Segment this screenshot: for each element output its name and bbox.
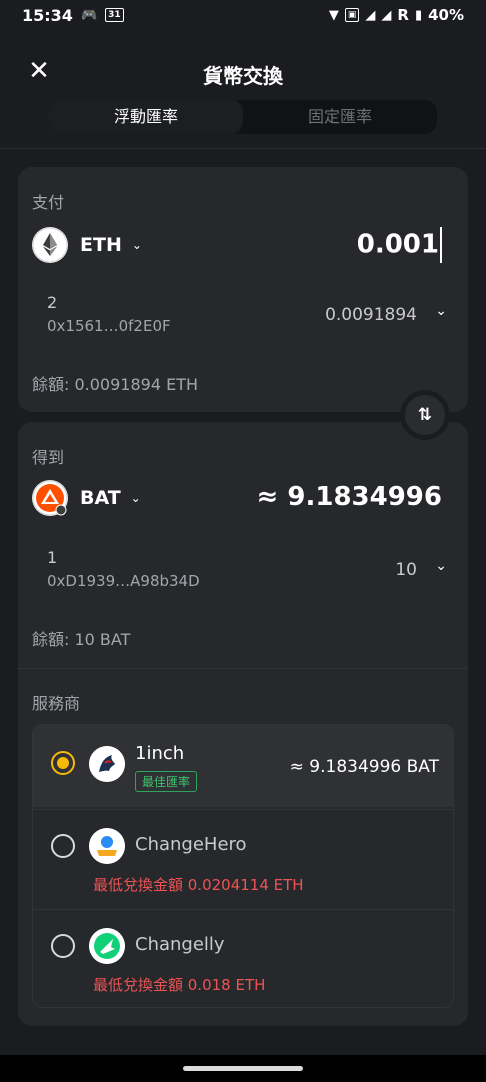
- provider-name: 1inch: [135, 743, 185, 764]
- roaming-indicator: R: [397, 6, 409, 24]
- provider-changehero[interactable]: ChangeHero 最低兌換金額 0.0204114 ETH: [33, 809, 453, 909]
- status-bar: 15:34 🎮 31 ▼ ▣ ◢ ◢ R ▮ 40%: [0, 0, 486, 30]
- battery-percent: 40%: [428, 6, 464, 24]
- chevron-down-icon: ⌄: [131, 238, 142, 252]
- tab-floating-rate[interactable]: 浮動匯率: [49, 100, 243, 134]
- page-title: 貨幣交換: [203, 64, 283, 88]
- get-token-symbol: BAT: [80, 487, 121, 509]
- pay-amount-input[interactable]: 0.001: [357, 227, 442, 263]
- provider-name: ChangeHero: [135, 834, 247, 855]
- volte-icon: ▣: [344, 8, 360, 22]
- get-label: 得到: [32, 448, 65, 467]
- pay-amount-value: 0.001: [356, 229, 439, 260]
- home-gesture-handle[interactable]: [183, 1066, 303, 1071]
- pay-balance: 餘額: 0.0091894 ETH: [32, 375, 199, 394]
- provider-list: 1inch 最佳匯率 ≈ 9.1834996 BAT ChangeHero 最低…: [32, 724, 454, 1008]
- game-controller-icon: 🎮: [80, 7, 98, 23]
- provider-radio[interactable]: [51, 834, 75, 858]
- bat-logo-icon: [32, 480, 68, 516]
- provider-radio-selected[interactable]: [51, 751, 75, 775]
- provider-name: Changelly: [135, 934, 225, 955]
- pay-wallet-balance: 0.0091894: [325, 305, 417, 325]
- changelly-logo-icon: [89, 928, 125, 964]
- get-wallet-name: 1: [47, 548, 58, 567]
- eth-logo-icon: [32, 227, 68, 263]
- battery-icon: ▮: [414, 7, 423, 23]
- rate-type-tabs: 浮動匯率 固定匯率: [49, 100, 437, 134]
- text-cursor: [440, 227, 442, 263]
- calendar-icon: 31: [105, 8, 124, 22]
- swap-arrows-icon: ⇅: [405, 395, 445, 435]
- provider-quote: ≈ 9.1834996 BAT: [289, 757, 439, 777]
- best-rate-badge: 最佳匯率: [135, 771, 198, 792]
- changehero-logo-icon: [89, 828, 125, 864]
- pay-wallet-address: 0x1561…0f2E0F: [47, 317, 171, 335]
- system-nav-bar: [0, 1055, 486, 1082]
- divider: [18, 668, 468, 669]
- wifi-icon: ▼: [328, 7, 339, 23]
- 1inch-logo-icon: [89, 746, 125, 782]
- pay-card: 支付 ETH ⌄ 0.001 2 0x1561…0f2E0F 0.0091894…: [18, 167, 468, 412]
- chevron-down-icon: ⌄: [435, 303, 447, 319]
- provider-1inch[interactable]: 1inch 最佳匯率 ≈ 9.1834996 BAT: [33, 725, 453, 807]
- pay-label: 支付: [32, 193, 65, 212]
- min-amount-warning: 最低兌換金額 0.0204114 ETH: [93, 876, 304, 894]
- swap-direction-button[interactable]: ⇅: [400, 390, 450, 440]
- get-wallet-address: 0xD1939…A98b34D: [47, 572, 200, 590]
- pay-wallet-name: 2: [47, 293, 58, 312]
- providers-label: 服務商: [32, 694, 81, 713]
- pay-token-selector[interactable]: ETH ⌄: [32, 227, 142, 263]
- header: ✕ 貨幣交換: [0, 52, 486, 96]
- get-amount-estimate: ≈ 9.1834996: [256, 482, 442, 512]
- get-balance: 餘額: 10 BAT: [32, 630, 131, 649]
- signal-icon-2: ◢: [381, 7, 392, 23]
- get-wallet-selector[interactable]: 1 0xD1939…A98b34D 10 ⌄: [47, 548, 447, 600]
- pay-wallet-selector[interactable]: 2 0x1561…0f2E0F 0.0091894 ⌄: [47, 293, 447, 345]
- provider-changelly[interactable]: Changelly 最低兌換金額 0.018 ETH: [33, 909, 453, 1007]
- get-wallet-balance: 10: [395, 560, 417, 580]
- divider: [0, 148, 486, 149]
- signal-icon: ◢: [365, 7, 376, 23]
- pay-token-symbol: ETH: [80, 234, 122, 256]
- get-card: 得到 BAT ⌄ ≈ 9.1834996 1 0xD1939…A98b34D 1…: [18, 422, 468, 1026]
- provider-radio[interactable]: [51, 934, 75, 958]
- get-token-selector[interactable]: BAT ⌄: [32, 480, 141, 516]
- chevron-down-icon: ⌄: [435, 558, 447, 574]
- status-time: 15:34: [22, 5, 73, 25]
- tab-fixed-rate[interactable]: 固定匯率: [243, 100, 437, 134]
- min-amount-warning: 最低兌換金額 0.018 ETH: [93, 976, 266, 994]
- chevron-down-icon: ⌄: [130, 491, 141, 505]
